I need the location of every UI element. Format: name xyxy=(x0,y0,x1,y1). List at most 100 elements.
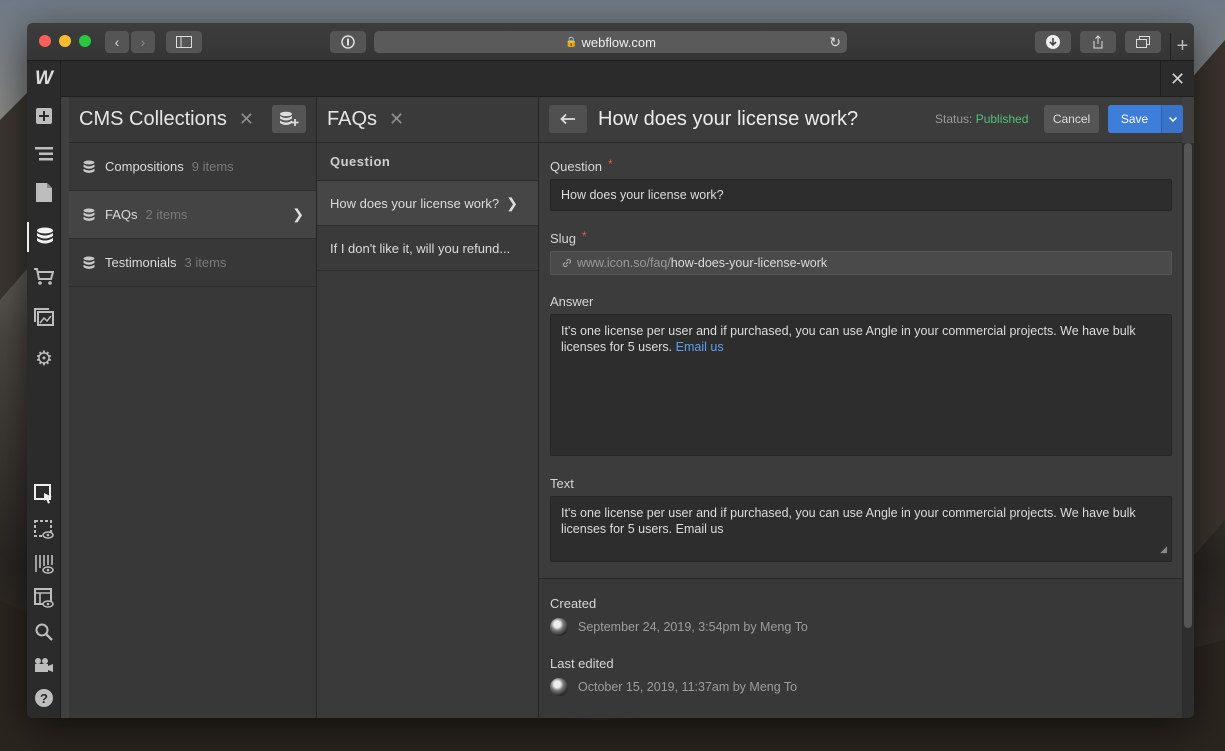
cms-icon[interactable] xyxy=(27,222,61,252)
question-field[interactable]: How does your license work? xyxy=(550,179,1172,211)
svg-text:?: ? xyxy=(40,691,48,706)
item-meta: Created September 24, 2019, 3:54pm by Me… xyxy=(539,579,1182,718)
pages-icon[interactable] xyxy=(31,179,57,205)
share-button[interactable] xyxy=(1080,31,1116,53)
item-label: If I don't like it, will you refund... xyxy=(330,240,511,256)
address-bar[interactable]: 🔒 webflow.com ↻ xyxy=(374,31,847,53)
status-text: Status: Published xyxy=(935,112,1028,126)
help-icon[interactable]: ? xyxy=(31,685,57,711)
sidebar-icon xyxy=(176,36,192,48)
database-icon xyxy=(83,256,95,270)
list-item[interactable]: How does your license work? ❯ xyxy=(317,181,538,226)
collection-item-testimonials[interactable]: Testimonials 3 items xyxy=(69,239,316,287)
question-label: Question * xyxy=(550,157,613,174)
slug-prefix: www.icon.so/faq/ xyxy=(577,256,671,270)
password-icon xyxy=(341,35,355,49)
answer-label: Answer xyxy=(550,294,594,309)
browser-titlebar: ‹ › 🔒 webflow.com ↻ + xyxy=(27,23,1194,61)
item-editor-pane: How does your license work? Status: Publ… xyxy=(539,97,1183,718)
designer-top-bar: ✕ xyxy=(61,61,1194,97)
window-close-button[interactable] xyxy=(39,35,51,47)
close-panel-icon[interactable]: ✕ xyxy=(1160,61,1194,97)
close-items-icon[interactable]: ✕ xyxy=(389,109,404,130)
collection-item-faqs[interactable]: FAQs 2 items ❯ xyxy=(69,191,316,239)
ecommerce-cart-icon[interactable] xyxy=(31,264,57,290)
tabs-overview-button[interactable] xyxy=(1125,31,1161,53)
assets-icon[interactable] xyxy=(31,304,57,330)
share-icon xyxy=(1093,35,1103,49)
layout-preview-icon[interactable] xyxy=(31,585,57,611)
browser-window: ‹ › 🔒 webflow.com ↻ + W ⚙ ? ✕ CMS Collec… xyxy=(27,23,1194,718)
window-minimize-button[interactable] xyxy=(59,35,71,47)
save-button[interactable]: Save xyxy=(1108,105,1161,133)
add-element-icon[interactable] xyxy=(31,103,57,129)
text-area-field[interactable]: It's one license per user and if purchas… xyxy=(550,496,1172,562)
preview-icon[interactable] xyxy=(31,517,57,543)
items-title: FAQs xyxy=(327,108,378,130)
search-icon[interactable] xyxy=(31,619,57,645)
editor-scrollbar[interactable] xyxy=(1182,143,1194,718)
slug-value: how-does-your-license-work xyxy=(670,256,828,270)
sidebar-toggle-button[interactable] xyxy=(166,31,202,53)
slug-field[interactable]: www.icon.so/faq/how-does-your-license-wo… xyxy=(550,251,1172,275)
resize-handle-icon[interactable]: ◢ xyxy=(1160,541,1167,557)
settings-gear-icon[interactable]: ⚙ xyxy=(31,345,57,371)
link-icon xyxy=(561,257,573,269)
reload-icon[interactable]: ↻ xyxy=(829,34,841,51)
created-line: September 24, 2019, 3:54pm by Meng To xyxy=(550,618,808,636)
answer-rich-text-field[interactable]: It's one license per user and if purchas… xyxy=(550,314,1172,456)
editor-title: How does your license work? xyxy=(598,108,859,130)
select-tool-icon[interactable] xyxy=(31,481,57,507)
slug-label: Slug * xyxy=(550,229,587,246)
editor-header: How does your license work? Status: Publ… xyxy=(539,97,1183,143)
url-text: webflow.com xyxy=(581,34,656,50)
back-button[interactable] xyxy=(549,105,587,133)
created-value: September 24, 2019, 3:54pm by Meng To xyxy=(578,620,808,634)
window-maximize-button[interactable] xyxy=(79,35,91,47)
downloads-button[interactable] xyxy=(1035,31,1071,53)
avatar xyxy=(550,678,568,696)
last-edited-label: Last edited xyxy=(550,656,614,671)
collections-header: CMS Collections ✕ xyxy=(69,97,316,143)
forward-nav-button[interactable]: › xyxy=(131,31,155,53)
back-nav-button[interactable]: ‹ xyxy=(105,31,129,53)
required-asterisk: * xyxy=(582,229,587,243)
database-icon xyxy=(83,160,95,174)
chevron-right-icon: ❯ xyxy=(292,206,304,222)
chevron-right-icon: ❯ xyxy=(506,194,518,211)
video-tutorials-icon[interactable] xyxy=(31,652,57,678)
new-tab-button[interactable]: + xyxy=(1170,33,1194,61)
status-label: Status: xyxy=(935,112,973,126)
cms-collections-pane: CMS Collections ✕ Compositions 9 items F… xyxy=(69,97,317,718)
audit-icon[interactable] xyxy=(31,551,57,577)
last-edited-value: October 15, 2019, 11:37am by Meng To xyxy=(578,680,798,694)
arrow-left-icon xyxy=(560,113,575,125)
database-icon xyxy=(83,208,95,222)
answer-email-link[interactable]: Email us xyxy=(676,340,724,354)
text-value: It's one license per user and if purchas… xyxy=(561,506,1136,536)
save-options-chevron-down-icon[interactable] xyxy=(1161,105,1183,133)
collection-item-compositions[interactable]: Compositions 9 items xyxy=(69,143,316,191)
list-item[interactable]: If I don't like it, will you refund... xyxy=(317,226,538,271)
cancel-button[interactable]: Cancel xyxy=(1044,105,1099,133)
scrollbar-thumb[interactable] xyxy=(1184,143,1192,628)
items-column-header[interactable]: Question xyxy=(317,143,538,181)
add-collection-button[interactable] xyxy=(272,105,306,133)
items-header: FAQs ✕ xyxy=(317,97,538,143)
avatar xyxy=(550,618,568,636)
collection-name: Compositions xyxy=(105,159,184,174)
tabs-icon xyxy=(1136,36,1150,48)
required-asterisk: * xyxy=(608,157,613,171)
created-label: Created xyxy=(550,596,597,611)
password-manager-button[interactable] xyxy=(330,31,366,53)
item-label: How does your license work? xyxy=(330,195,500,211)
designer-left-toolbar: W ⚙ ? xyxy=(27,61,61,718)
answer-text: It's one license per user and if purchas… xyxy=(561,324,1136,354)
close-collections-icon[interactable]: ✕ xyxy=(239,109,254,130)
download-icon xyxy=(1046,35,1060,49)
collection-count: 2 items xyxy=(145,207,188,222)
webflow-logo-icon[interactable]: W xyxy=(31,65,57,93)
collection-count: 3 items xyxy=(184,255,227,270)
collection-count: 9 items xyxy=(191,159,234,174)
navigator-icon[interactable] xyxy=(31,141,57,167)
